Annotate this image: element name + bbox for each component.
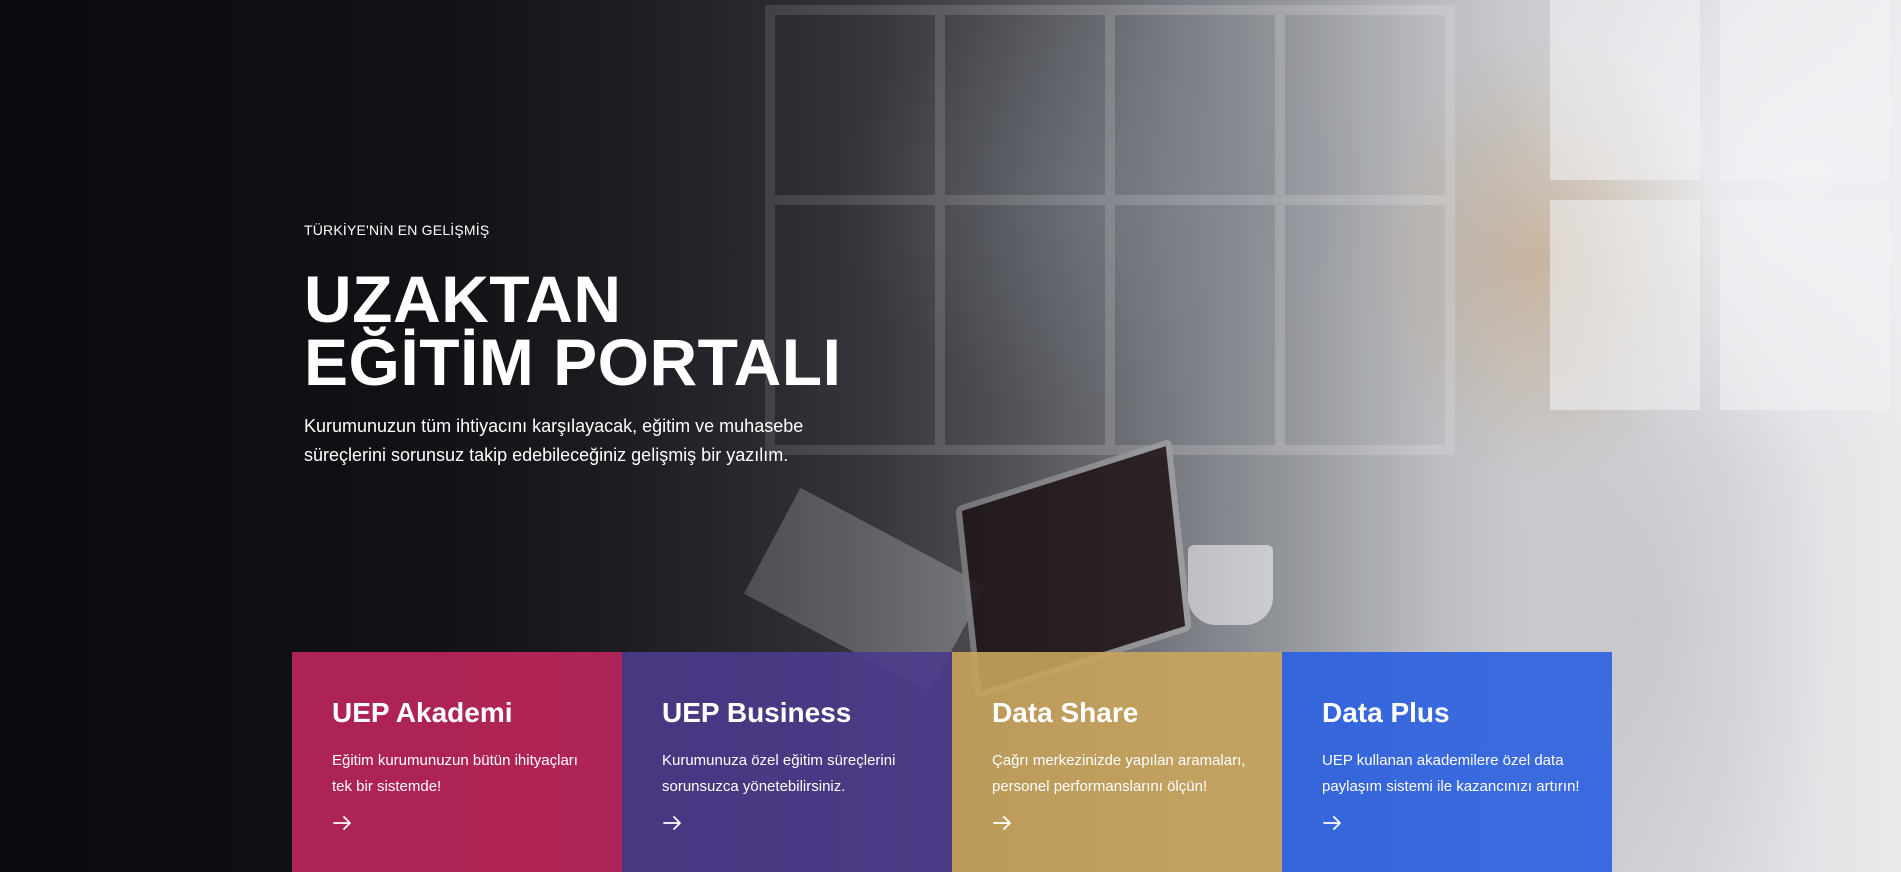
card-description: Eğitim kurumunuzun bütün ihityaçları tek… xyxy=(332,752,578,795)
hero-title: UZAKTAN EĞİTİM PORTALI xyxy=(304,262,924,399)
hero-eyebrow: TÜRKİYE'NİN EN GELİŞMİŞ xyxy=(304,222,490,238)
hero-section: TÜRKİYE'NİN EN GELİŞMİŞ UZAKTAN EĞİTİM P… xyxy=(0,0,1901,872)
card-description: UEP kullanan akademilere özel data payla… xyxy=(1322,752,1580,795)
card-data-share[interactable]: Data Share Çağrı merkezinizde yapılan ar… xyxy=(952,652,1282,872)
hero-content: TÜRKİYE'NİN EN GELİŞMİŞ UZAKTAN EĞİTİM P… xyxy=(304,222,924,470)
arrow-right-icon[interactable] xyxy=(1322,812,1344,834)
hero-title-line-2: EĞİTİM PORTALI xyxy=(304,325,842,399)
product-cards: UEP Akademi Eğitim kurumunuzun bütün ihi… xyxy=(292,652,1612,872)
arrow-right-icon[interactable] xyxy=(662,812,684,834)
card-description: Çağrı merkezinizde yapılan aramaları, pe… xyxy=(992,752,1246,795)
arrow-right-icon[interactable] xyxy=(332,812,354,834)
arrow-right-icon[interactable] xyxy=(992,812,1014,834)
card-title: UEP Akademi xyxy=(332,697,513,728)
hero-title-line-1: UZAKTAN xyxy=(304,262,622,336)
card-data-plus[interactable]: Data Plus UEP kullanan akademilere özel … xyxy=(1282,652,1612,872)
card-description: Kurumunuza özel eğitim süreçlerini sorun… xyxy=(662,752,896,795)
hero-description: Kurumunuzun tüm ihtiyacını karşılayacak,… xyxy=(304,416,804,465)
card-uep-akademi[interactable]: UEP Akademi Eğitim kurumunuzun bütün ihi… xyxy=(292,652,622,872)
card-title: UEP Business xyxy=(662,697,852,728)
card-title: Data Share xyxy=(992,697,1139,728)
card-uep-business[interactable]: UEP Business Kurumunuza özel eğitim süre… xyxy=(622,652,952,872)
card-title: Data Plus xyxy=(1322,697,1450,728)
